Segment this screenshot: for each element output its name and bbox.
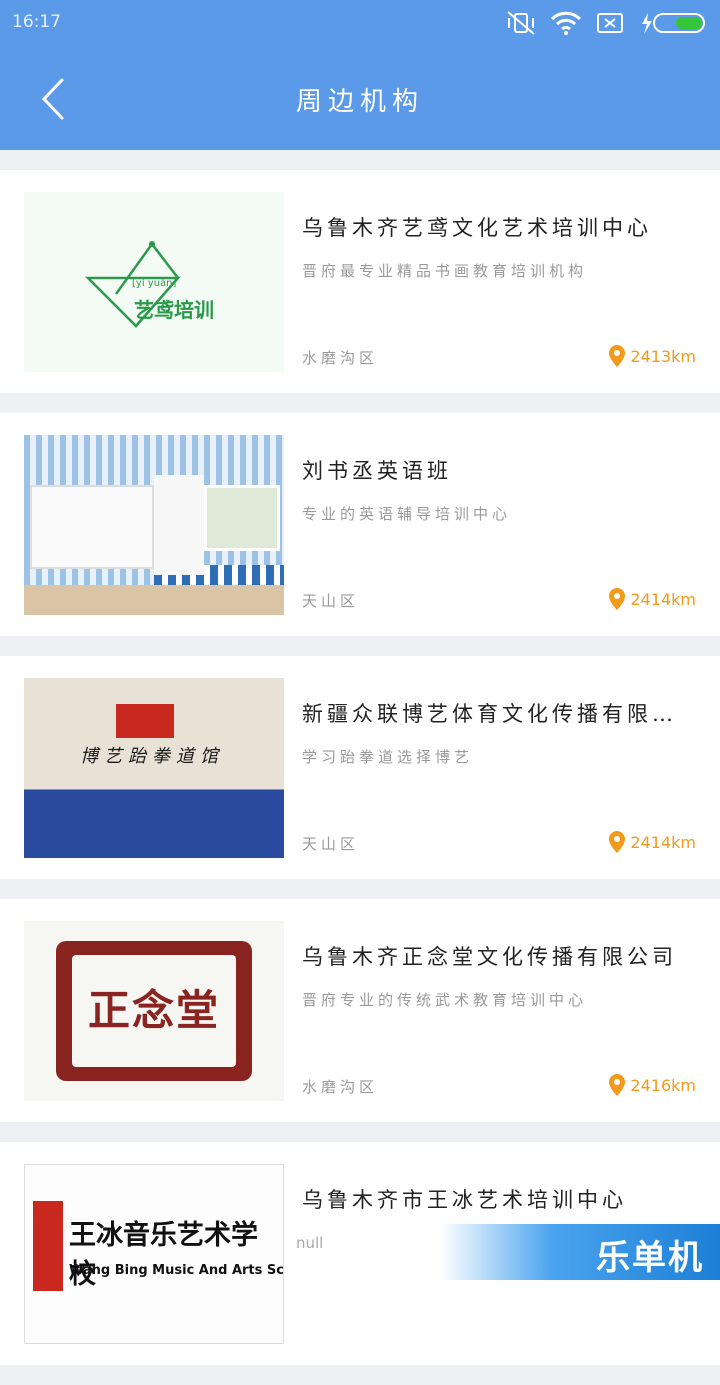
logo-pinyin: [yì yuān] [132,278,177,289]
brand-text: 乐单机 [596,1238,704,1278]
institution-name: 刘书丞英语班 [302,459,452,483]
no-sim-icon [597,13,623,33]
institution-logo: 王冰音乐艺术学校 Wang Bing Music And Arts School [24,1164,284,1344]
institution-photo: 博艺跆拳道馆 [24,678,284,858]
wall-sign: 博艺跆拳道馆 [80,746,224,767]
title-bar: 周边机构 [0,50,720,150]
wifi-icon [550,11,582,35]
app-bar: 16:17 周边机构 [0,0,720,150]
institution-desc: 晋府专业的传统武术教育培训中心 [302,991,588,1009]
status-bar: 16:17 [0,0,720,50]
status-icons [506,10,708,36]
seal-text: 正念堂 [87,986,220,1035]
distance: 2414km [608,830,696,854]
list-item[interactable]: 刘书丞英语班 专业的英语辅导培训中心 天山区 2414km [0,413,720,636]
institution-desc: 专业的英语辅导培训中心 [302,505,512,523]
institution-district: 水磨沟区 [302,1078,379,1096]
institution-desc: 晋府最专业精品书画教育培训机构 [302,262,588,280]
distance-value: 2416km [630,1075,696,1095]
institution-district: 天山区 [302,835,360,853]
vibrate-off-icon [507,11,535,35]
institution-logo: [yì yuān] 艺鸢培训 [24,192,284,372]
distance-value: 2414km [630,589,696,609]
distance: 2414km [608,587,696,611]
institution-list: [yì yuān] 艺鸢培训 乌鲁木齐艺鸢文化艺术培训中心 晋府最专业精品书画教… [0,170,720,1385]
logo-seal [33,1201,63,1291]
footer-null-text: null [296,1234,324,1252]
floor [24,585,284,615]
status-time: 16:17 [12,12,61,32]
distance: 2416km [608,1073,696,1097]
shelves [30,485,154,569]
institution-name: 乌鲁木齐正念堂文化传播有限公司 [302,945,677,969]
battery-charging-icon [642,13,705,34]
watermark-brand: 乐单机 [440,1224,720,1280]
distance-value: 2413km [630,346,696,366]
institution-photo [24,435,284,615]
institution-logo: 正念堂 [24,921,284,1101]
institution-district: 水磨沟区 [302,349,379,367]
institution-name: 乌鲁木齐艺鸢文化艺术培训中心 [302,216,652,240]
location-pin-icon [609,588,626,610]
distance-value: 2414km [630,832,696,852]
location-pin-icon [609,831,626,853]
list-item[interactable]: [yì yuān] 艺鸢培训 乌鲁木齐艺鸢文化艺术培训中心 晋府最专业精品书画教… [0,170,720,393]
location-pin-icon [609,345,626,367]
institution-desc: 学习跆拳道选择博艺 [302,748,474,766]
list-item[interactable]: 正念堂 乌鲁木齐正念堂文化传播有限公司 晋府专业的传统武术教育培训中心 水磨沟区… [0,899,720,1122]
distance: 2413km [608,344,696,368]
location-pin-icon [609,1074,626,1096]
logo-text: 艺鸢培训 [134,298,214,322]
logo-subtitle: Wang Bing Music And Arts School [69,1263,284,1278]
page-title: 周边机构 [295,87,424,117]
flag [116,704,174,738]
institution-name: 新疆众联博艺体育文化传播有限… [302,702,677,726]
cabinet [154,475,204,575]
institution-district: 天山区 [302,592,360,610]
institution-name: 乌鲁木齐市王冰艺术培训中心 [302,1188,627,1212]
window [204,485,280,551]
list-item[interactable]: 博艺跆拳道馆 新疆众联博艺体育文化传播有限… 学习跆拳道选择博艺 天山区 241… [0,656,720,879]
logo-title: 王冰音乐艺术学校 [69,1220,258,1290]
